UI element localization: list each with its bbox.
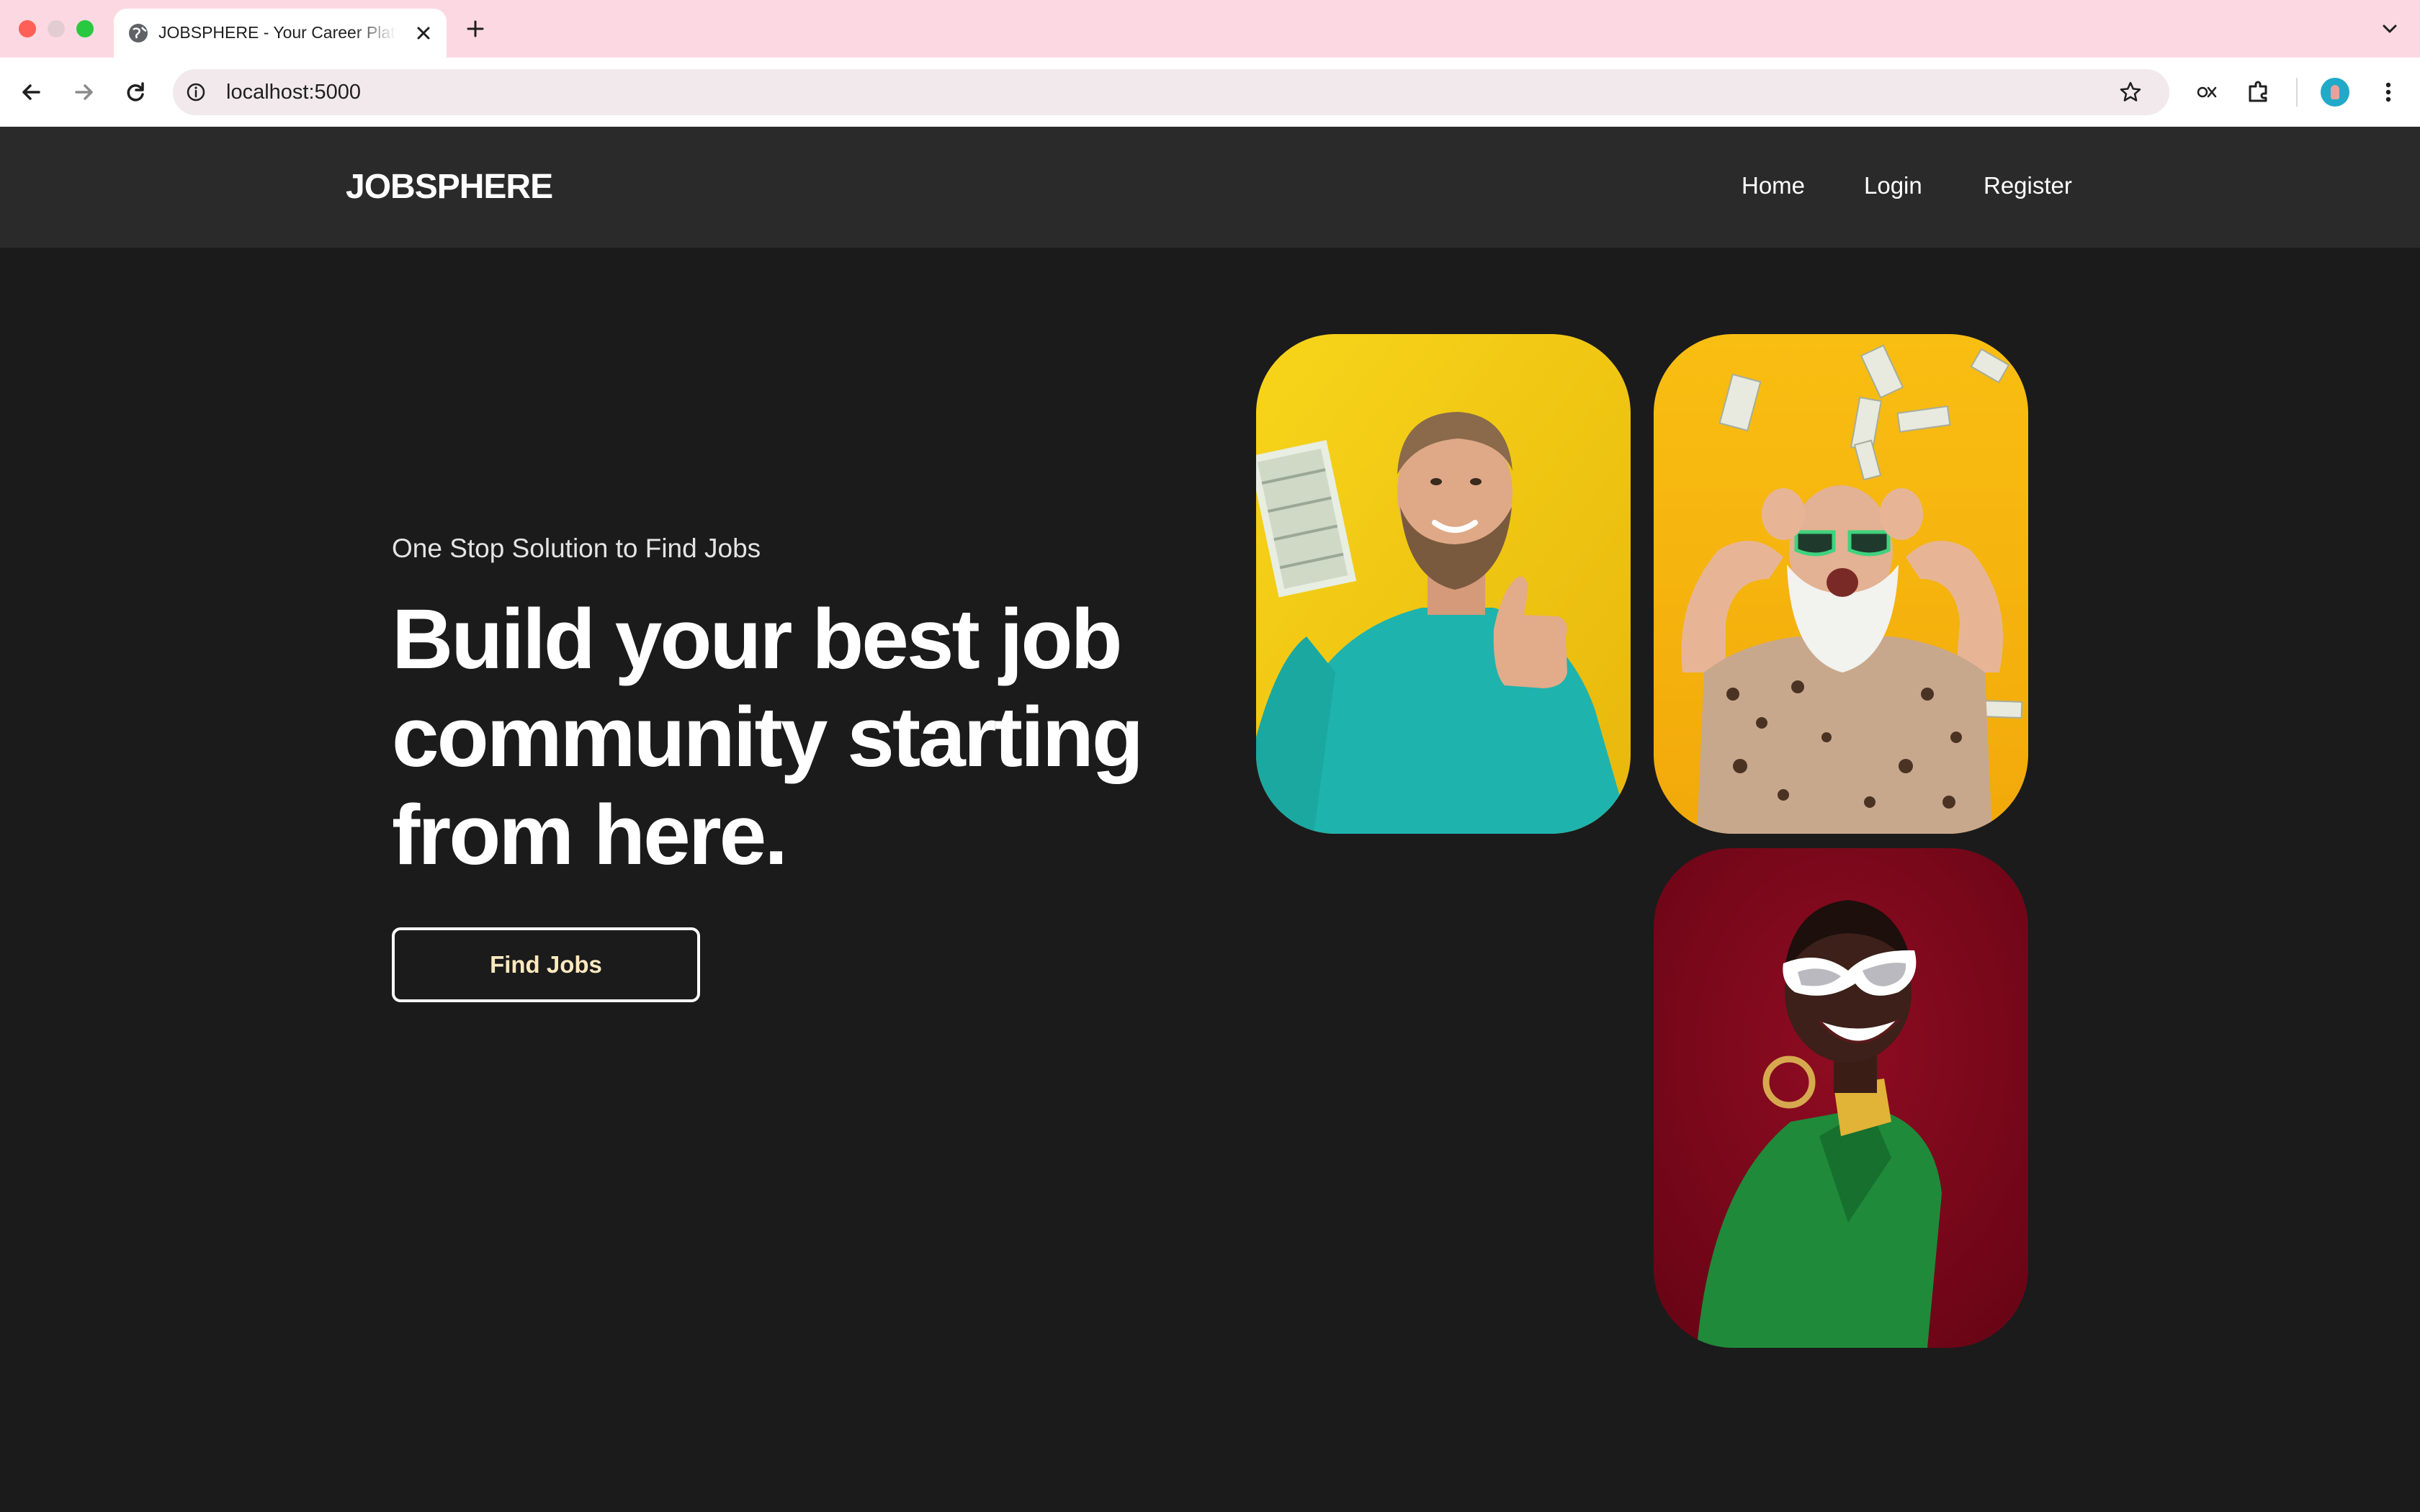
hero-photo-elderly-man [1654,334,2028,834]
bookmark-star-icon[interactable] [2118,79,2143,105]
browser-tab[interactable]: JOBSPHERE - Your Career Platform [114,9,447,58]
tab-title: JOBSPHERE - Your Career Platform [158,23,396,42]
chevron-down-icon[interactable] [2375,14,2404,43]
find-jobs-button[interactable]: Find Jobs [392,927,700,1002]
extensions-puzzle-icon[interactable] [2241,75,2276,109]
close-window-button[interactable] [19,20,36,37]
maximize-window-button[interactable] [76,20,94,37]
translate-icon[interactable] [2190,75,2224,109]
browser-toolbar: localhost:5000 [0,58,2420,127]
hero-photo-smiling-woman [1654,848,2028,1348]
minimize-window-button[interactable] [48,20,65,37]
hero-subtitle: One Stop Solution to Find Jobs [392,534,761,563]
nav-register-link[interactable]: Register [1984,170,2072,202]
close-tab-icon[interactable] [411,20,436,46]
toolbar-separator [2296,78,2298,107]
site-header: JOBSPHERE Home Login Register [0,127,2420,248]
profile-avatar[interactable] [2321,78,2349,107]
nav-login-link[interactable]: Login [1864,170,1922,202]
reload-icon[interactable] [118,75,153,109]
browser-tab-strip: JOBSPHERE - Your Career Platform [0,0,2420,58]
nav-home-link[interactable]: Home [1742,170,1805,202]
more-menu-icon[interactable] [2374,75,2403,109]
site-info-icon[interactable] [184,81,207,104]
new-tab-icon[interactable] [461,14,490,43]
hero-title: Build your best job community starting f… [392,592,1144,883]
back-arrow-icon[interactable] [14,75,49,109]
address-bar[interactable]: localhost:5000 [173,69,2169,115]
site-logo[interactable]: JOBSPHERE [346,167,553,207]
globe-icon [129,24,148,42]
url-text[interactable]: localhost:5000 [226,81,361,104]
forward-arrow-icon[interactable] [66,75,101,109]
hero-photo-bearded-man [1256,334,1631,834]
